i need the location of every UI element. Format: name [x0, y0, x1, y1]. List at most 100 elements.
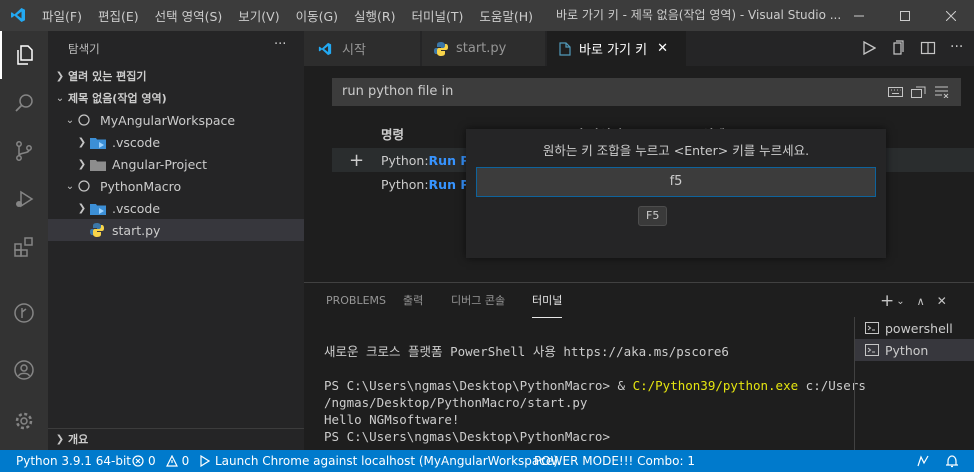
status-bar: Python 3.9.1 64-bit 0 0 Launch Chrome ag…: [0, 450, 974, 472]
source-control-icon: [16, 141, 32, 161]
search-icon: [15, 94, 33, 112]
dialog-message: 원하는 키 조합을 누르고 <Enter> 키를 누르세요.: [542, 143, 810, 158]
tree-item-vscode[interactable]: ❯ .vscode: [48, 131, 304, 153]
error-count: 0: [148, 454, 156, 468]
tree-item-myangularworkspace[interactable]: ⌄ MyAngularWorkspace: [48, 109, 304, 131]
explorer-button[interactable]: [0, 31, 48, 79]
close-button[interactable]: [928, 0, 974, 31]
settings-button[interactable]: [0, 397, 48, 445]
tab-keyboard-shortcuts[interactable]: 바로 가기 키 ✕: [547, 31, 687, 66]
maximize-button[interactable]: [882, 0, 928, 31]
sidebar-more-button[interactable]: ···: [274, 37, 286, 52]
open-json-icon[interactable]: [890, 40, 906, 56]
tree-item-start-py[interactable]: start.py: [48, 219, 304, 241]
remote-explorer-button[interactable]: [0, 289, 48, 337]
terminal-item-powershell[interactable]: powershell: [855, 317, 974, 339]
sidebar-title: 탐색기: [68, 42, 100, 56]
activity-bar: [0, 31, 48, 450]
add-keybinding-icon[interactable]: +: [332, 150, 381, 171]
outline-section[interactable]: ❯ 개요: [48, 428, 304, 450]
vscode-logo-icon: [318, 42, 332, 55]
file-icon: [559, 41, 571, 56]
root-folder-icon: [78, 113, 94, 127]
terminal-name: Python: [885, 342, 929, 358]
tab-problems[interactable]: PROBLEMS: [326, 283, 386, 318]
close-panel-icon[interactable]: ✕: [937, 294, 947, 308]
feedback-icon[interactable]: [916, 454, 930, 468]
workspace-section[interactable]: ⌄ 제목 없음(작업 영역): [48, 87, 304, 109]
chevron-down-icon[interactable]: ⌄: [896, 296, 904, 307]
menu-terminal[interactable]: 터미널(T): [404, 6, 472, 25]
tab-terminal[interactable]: 터미널: [532, 283, 563, 318]
folder-icon: [90, 157, 106, 171]
terminal-item-python[interactable]: Python: [855, 339, 974, 361]
new-terminal-icon[interactable]: +: [880, 291, 894, 311]
python-file-icon: [90, 223, 106, 237]
command-prefix: Python:: [381, 176, 429, 192]
keybinding-badge: F5: [638, 206, 668, 226]
minimize-button[interactable]: [836, 0, 882, 31]
menu-view[interactable]: 보기(V): [230, 6, 287, 25]
chevron-right-icon: ❯: [77, 136, 87, 148]
extensions-button[interactable]: [0, 223, 48, 271]
menu-selection[interactable]: 선택 영역(S): [147, 6, 231, 25]
tree-item-vscode-2[interactable]: ❯ .vscode: [48, 197, 304, 219]
chevron-down-icon: ⌄: [65, 180, 75, 192]
tree-item-angular-project[interactable]: ❯ Angular-Project: [48, 153, 304, 175]
python-interpreter[interactable]: Python 3.9.1 64-bit: [16, 450, 131, 472]
launch-config[interactable]: Launch Chrome against localhost (MyAngul…: [198, 450, 558, 472]
git-graph-icon: [14, 303, 34, 323]
run-icon[interactable]: [862, 40, 876, 56]
bottom-panel: PROBLEMS 출력 디버그 콘솔 터미널 + ⌄ ∧ ✕ 새로운 크로스 플…: [304, 282, 974, 451]
python-exe-path: C:/Python39/python.exe: [632, 378, 799, 393]
chevron-right-icon: ❯: [55, 70, 65, 82]
menu-edit[interactable]: 편집(E): [90, 6, 147, 25]
menu-help[interactable]: 도움말(H): [471, 6, 541, 25]
tab-start-py[interactable]: start.py: [422, 31, 546, 66]
power-mode-status: POWER MODE!!! Combo: 1: [534, 454, 696, 468]
bell-icon[interactable]: [945, 454, 959, 468]
clear-filter-icon[interactable]: [934, 85, 949, 98]
sort-by-precedence-icon[interactable]: [911, 85, 926, 98]
window-title: 바로 가기 키 - 제목 없음(작업 영역) - Visual Studio .…: [556, 8, 842, 22]
explorer-sidebar: 탐색기 ··· ❯ 열려 있는 편집기 ⌄ 제목 없음(작업 영역) ⌄ MyA…: [48, 31, 304, 450]
more-actions-icon[interactable]: ···: [950, 40, 963, 56]
tree-item-label: .vscode: [112, 200, 161, 216]
menu-run[interactable]: 실행(R): [346, 6, 403, 25]
accounts-button[interactable]: [0, 346, 48, 394]
terminal-line: PS C:\Users\ngmas\Desktop\PythonMacro>: [324, 429, 610, 444]
run-debug-icon: [16, 190, 34, 208]
split-editor-icon[interactable]: [920, 40, 936, 56]
keybindings-search-input[interactable]: run python file in: [332, 78, 961, 106]
open-editors-section[interactable]: ❯ 열려 있는 편집기: [48, 65, 304, 87]
tab-debug-console[interactable]: 디버그 콘솔: [451, 283, 505, 318]
terminal-output[interactable]: 새로운 크로스 플랫폼 PowerShell 사용 https://aka.ms…: [324, 343, 866, 445]
tree-item-label: start.py: [112, 222, 161, 238]
title-bar: 파일(F) 편집(E) 선택 영역(S) 보기(V) 이동(G) 실행(R) 터…: [0, 0, 974, 31]
terminal-line: Hello NGMsoftware!: [324, 412, 460, 427]
terminal-icon: [865, 322, 879, 334]
menu-file[interactable]: 파일(F): [34, 6, 90, 25]
keybinding-input[interactable]: f5: [476, 167, 876, 197]
menu-go[interactable]: 이동(G): [288, 6, 346, 25]
vscode-folder-icon: [90, 201, 106, 215]
close-icon: [946, 10, 956, 21]
vscode-logo-icon: [11, 8, 25, 22]
editor-actions: ···: [862, 40, 963, 56]
source-control-button[interactable]: [0, 127, 48, 175]
tree-item-pythonmacro[interactable]: ⌄ PythonMacro: [48, 175, 304, 197]
tab-output[interactable]: 출력: [403, 283, 423, 318]
menu-bar: 파일(F) 편집(E) 선택 영역(S) 보기(V) 이동(G) 실행(R) 터…: [34, 0, 541, 31]
maximize-panel-icon[interactable]: ∧: [917, 295, 925, 308]
run-debug-button[interactable]: [0, 175, 48, 223]
close-tab-icon[interactable]: ✕: [657, 41, 668, 56]
problems-status[interactable]: 0 0: [132, 450, 189, 472]
tab-start[interactable]: 시작: [304, 31, 421, 66]
define-keybinding-widget: 원하는 키 조합을 누르고 <Enter> 키를 누르세요. f5 F5: [466, 129, 886, 258]
search-button[interactable]: [0, 79, 48, 127]
python-file-icon: [434, 41, 448, 56]
record-keys-icon[interactable]: [888, 85, 903, 98]
chevron-down-icon: ⌄: [55, 92, 65, 104]
workspace-label: 제목 없음(작업 영역): [68, 92, 167, 105]
tree-item-label: .vscode: [112, 134, 161, 150]
